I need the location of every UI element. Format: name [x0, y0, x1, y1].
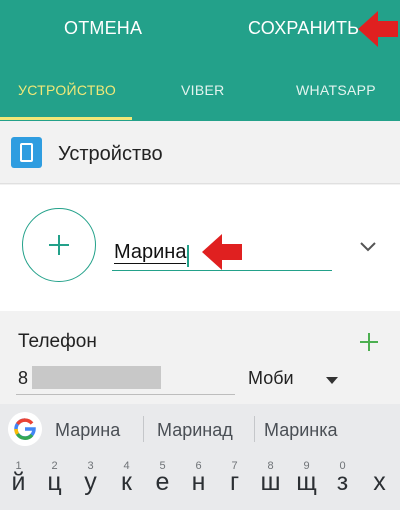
key-3[interactable]: 3у: [72, 454, 109, 510]
key-10[interactable]: 0з: [324, 454, 361, 510]
add-photo-button[interactable]: [22, 208, 96, 282]
keyboard-suggestion-strip: Марина Маринад Маринка: [0, 404, 400, 454]
key-2[interactable]: 2ц: [36, 454, 73, 510]
action-bar: ОТМЕНА СОХРАНИТЬ УСТРОЙСТВО VIBER WHATSA…: [0, 0, 400, 121]
phone-number-field[interactable]: 8: [16, 363, 235, 395]
tab-indicator: [0, 117, 132, 120]
chevron-down-icon[interactable]: [360, 241, 376, 253]
key-6[interactable]: 6н: [180, 454, 217, 510]
account-selector[interactable]: Устройство: [0, 121, 400, 184]
suggestion-2[interactable]: Маринад: [157, 420, 233, 441]
phone-value: 8: [18, 368, 29, 388]
suggestion-3[interactable]: Маринка: [264, 420, 338, 441]
phone-type-value: Моби: [248, 368, 294, 388]
key-5[interactable]: 5е: [144, 454, 181, 510]
redacted-phone-digits: [32, 366, 161, 389]
phone-type-dropdown[interactable]: Моби: [248, 367, 344, 393]
cancel-button[interactable]: ОТМЕНА: [64, 18, 142, 39]
key-11[interactable]: х: [361, 454, 398, 510]
dropdown-caret-icon: [326, 377, 338, 384]
name-value: Марина: [114, 241, 187, 264]
save-button[interactable]: СОХРАНИТЬ: [248, 18, 359, 39]
text-cursor: [187, 245, 189, 267]
account-label: Устройство: [58, 143, 163, 165]
add-phone-button[interactable]: [358, 331, 380, 353]
key-1[interactable]: 1й: [0, 454, 37, 510]
annotation-arrow-icon: [358, 11, 398, 47]
tab-whatsapp[interactable]: WHATSAPP: [296, 82, 376, 98]
google-g-icon[interactable]: [8, 412, 42, 446]
tab-device[interactable]: УСТРОЙСТВО: [18, 82, 116, 98]
phone-label: Телефон: [18, 331, 97, 352]
key-9[interactable]: 9щ: [288, 454, 325, 510]
phone-device-icon: [11, 137, 42, 168]
phone-section: Телефон 8 Моби: [0, 311, 400, 399]
key-8[interactable]: 8ш: [252, 454, 289, 510]
tab-viber[interactable]: VIBER: [181, 82, 225, 98]
keyboard-top-row: 1й 2ц 3у 4к 5е 6н 7г 8ш 9щ 0з х: [0, 454, 400, 510]
key-4[interactable]: 4к: [108, 454, 145, 510]
account-tabs: УСТРОЙСТВО VIBER WHATSAPP: [0, 70, 400, 121]
contact-name-card: Марина: [0, 185, 400, 311]
divider: [254, 416, 255, 442]
key-7[interactable]: 7г: [216, 454, 253, 510]
annotation-arrow-icon: [202, 234, 242, 270]
suggestion-1[interactable]: Марина: [55, 420, 120, 441]
divider: [143, 416, 144, 442]
